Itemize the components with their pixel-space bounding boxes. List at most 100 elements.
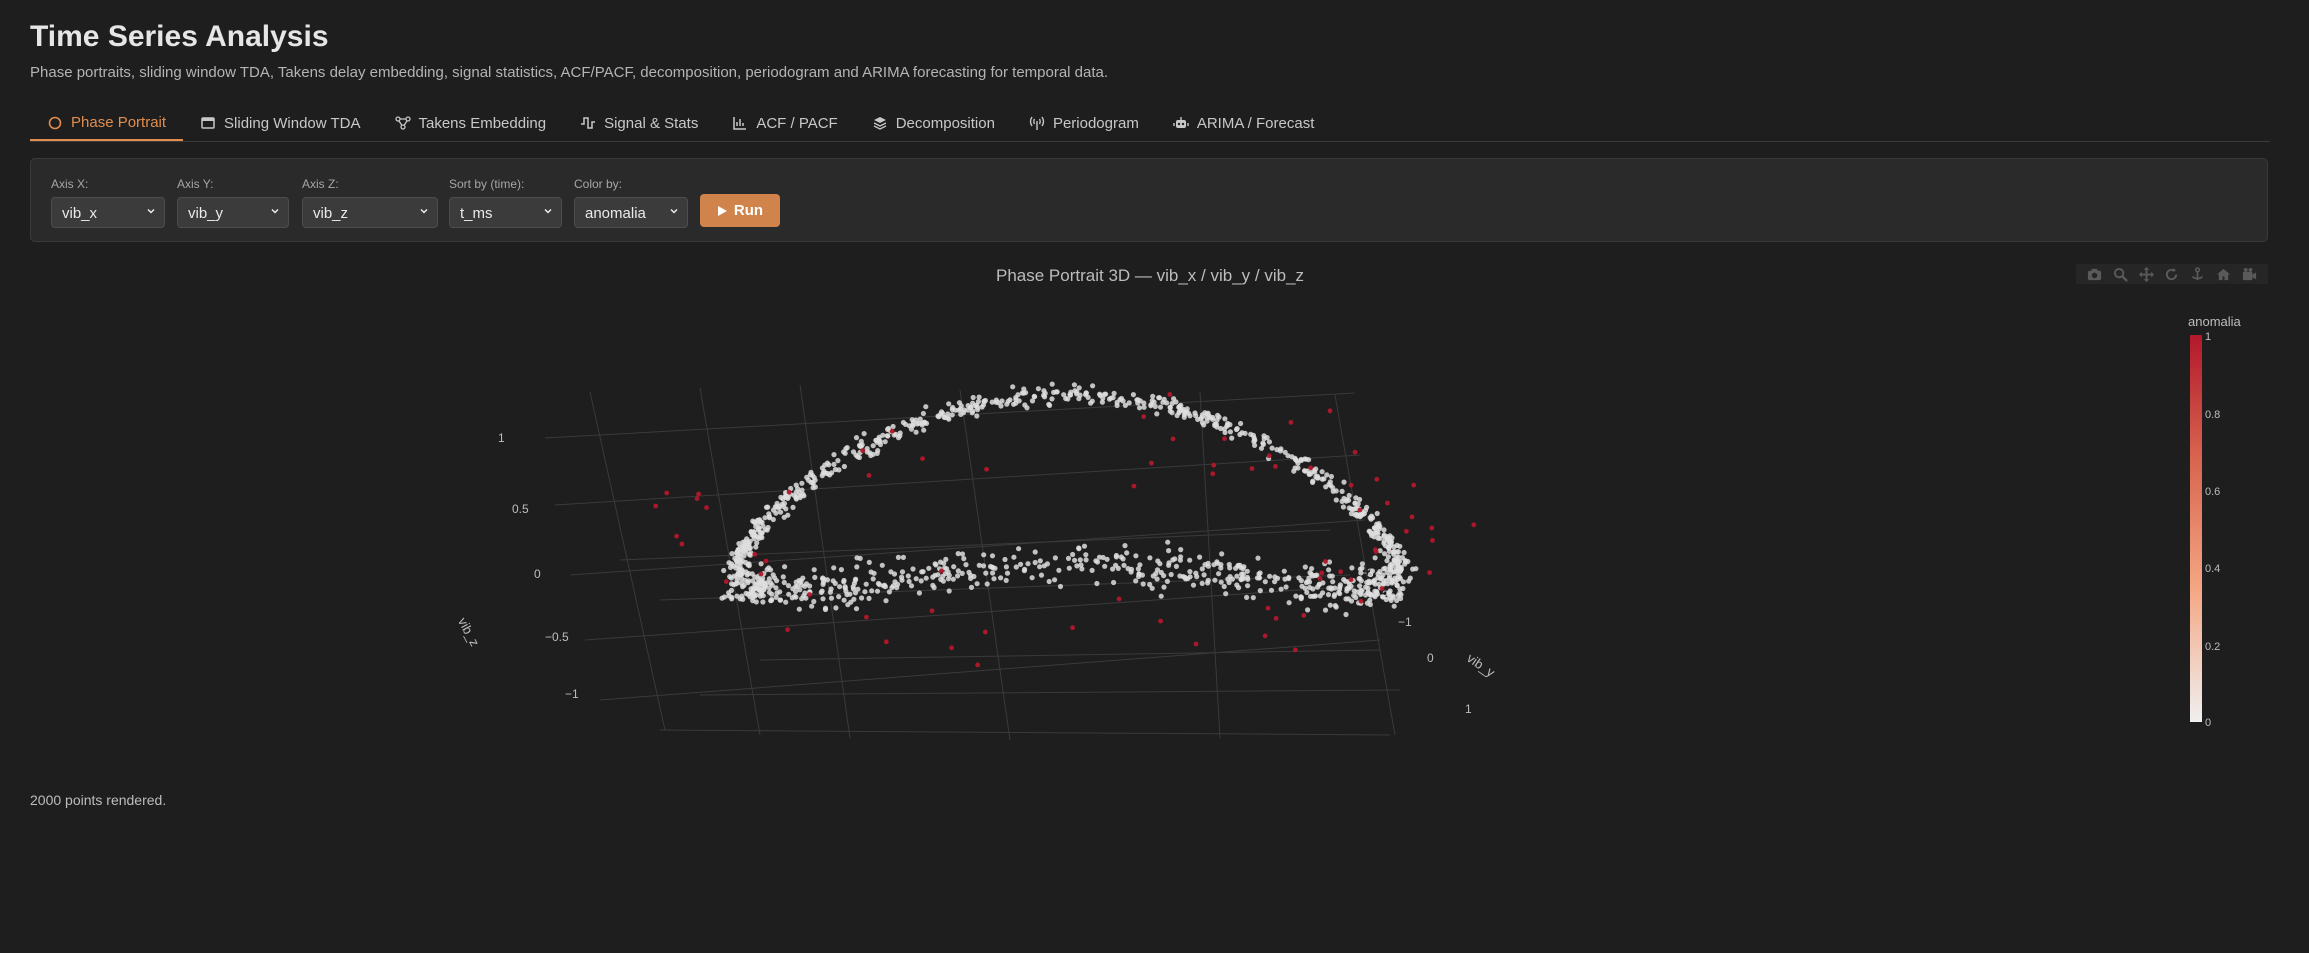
anomaly-point [1327,408,1333,414]
data-point [1308,471,1314,477]
data-point [1381,551,1388,557]
data-point [1339,488,1345,494]
data-point [1018,561,1024,567]
data-point [820,579,827,585]
data-point [748,529,754,535]
data-point [1377,548,1383,554]
data-point [1172,556,1178,562]
data-point [1139,572,1145,578]
anomaly-point [1170,436,1176,442]
data-point [766,585,772,591]
data-point [1166,548,1172,554]
data-point [1326,567,1332,573]
data-point [1257,588,1263,594]
anomaly-point [653,503,659,509]
data-point [1088,400,1094,406]
data-point [1310,478,1316,484]
data-point [734,580,740,586]
data-point [763,504,770,510]
data-point [1406,578,1412,584]
data-point [774,503,780,510]
anomaly-point [982,629,988,635]
anomaly-point [1116,596,1122,602]
data-point [1052,555,1058,561]
y-tick-label: 0 [1427,651,1434,665]
data-point [941,560,947,566]
data-point [836,467,842,473]
data-point [1277,448,1283,454]
data-point [1218,579,1224,585]
data-point [1178,547,1184,553]
anomaly-point [920,456,925,462]
data-point [1010,384,1016,390]
data-point [1381,566,1387,572]
data-point [913,576,919,582]
data-point [1367,601,1373,608]
anomaly-point [1429,525,1435,531]
data-point [1199,412,1205,418]
grid-line [799,384,851,739]
data-point [753,592,759,598]
colorbar-gradient [2190,335,2202,722]
data-point [1257,570,1263,576]
data-point [1210,416,1216,422]
data-point [1056,567,1062,573]
data-point [1190,582,1197,588]
anomaly-point [1317,576,1323,581]
phase-portrait-3d-plot[interactable]: 1 0.5 0 −0.5 −1 vib_z −3 −2 −1 0 1 vib_y… [0,0,2309,953]
data-point [989,553,996,559]
data-point [1201,572,1207,578]
data-point [1081,543,1088,549]
data-point [735,570,742,576]
data-point [1016,398,1022,404]
data-point [1117,397,1123,403]
data-point [1173,563,1179,570]
data-point [1309,571,1315,577]
data-point [793,482,799,488]
data-point [1267,573,1273,579]
data-point [737,596,743,602]
data-point [743,542,749,548]
data-point [1293,593,1299,599]
data-point [1065,396,1071,402]
data-point [1032,559,1038,566]
data-point [998,403,1004,409]
data-point [921,427,927,433]
data-point [830,578,836,584]
data-point [1004,401,1010,407]
data-point [1326,585,1332,591]
data-point [801,493,807,499]
anomaly-point [883,639,889,645]
data-point [1234,573,1240,579]
data-point [1386,590,1392,596]
data-point [1346,492,1352,499]
data-point [1187,557,1193,563]
data-point [1065,555,1072,562]
anomaly-point [664,490,670,496]
anomaly-point [1210,471,1216,477]
data-point [923,420,930,426]
anomaly-point [1070,625,1075,631]
data-point [1037,558,1043,564]
data-point [802,590,808,596]
data-point [812,574,818,581]
data-point [1204,411,1210,417]
data-point [1368,592,1374,598]
data-point [785,583,792,589]
data-point [1229,435,1235,441]
colorbar-tick: 1 [2205,331,2211,343]
data-point [1299,583,1305,589]
data-point [1212,422,1218,429]
data-point [1252,442,1258,448]
data-point [820,470,826,476]
scatter-points [653,381,1477,668]
colorbar-tick: 0.2 [2205,641,2220,653]
data-point [1358,512,1364,518]
data-point [939,409,945,415]
data-point [1395,593,1401,599]
data-point [913,429,919,435]
data-point [890,583,897,589]
anomaly-point [1193,641,1199,647]
data-point [963,562,969,568]
data-point [853,452,859,458]
